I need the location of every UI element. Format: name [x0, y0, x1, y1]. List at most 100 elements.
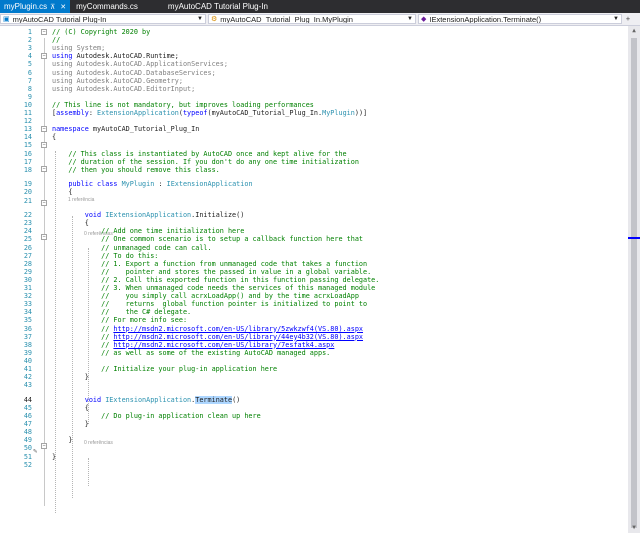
code-line[interactable]: // the C# delegate. [52, 308, 191, 316]
line-number: 49 [23, 436, 32, 445]
code-editor[interactable]: 1 referência 0 referências 0 referências… [0, 26, 640, 533]
code-token: // Add one time initialization here [52, 227, 245, 236]
code-line[interactable]: } [52, 373, 89, 381]
line-number: 5 [27, 60, 32, 69]
line-number: 39 [23, 348, 32, 357]
code-token: .Initialize() [191, 211, 245, 220]
line-number: 13 [23, 125, 32, 134]
code-token: IExtensionApplication [105, 211, 192, 220]
collapse-icon[interactable]: − [41, 200, 47, 206]
line-number: 18 [23, 165, 32, 174]
code-line[interactable]: // as well as some of the existing AutoC… [52, 349, 330, 357]
line-number: 6 [27, 68, 32, 77]
line-number: 23 [23, 219, 32, 228]
code-line[interactable]: using Autodesk.AutoCAD.DatabaseServices; [52, 69, 216, 77]
code-token: // [52, 332, 114, 341]
scrollbar-thumb[interactable] [631, 38, 637, 528]
tab-mycommands-cs[interactable]: myCommands.cs [72, 0, 142, 13]
code-line[interactable]: // (C) Copyright 2020 by [52, 28, 150, 36]
code-line[interactable]: // [52, 36, 60, 44]
tab-myplugin-cs[interactable]: myPlugin.cs ⊼ ✕ [0, 0, 71, 13]
code-line[interactable]: } [52, 436, 72, 444]
line-number: 19 [23, 180, 32, 189]
code-line[interactable]: // unmanaged code can call. [52, 244, 212, 252]
code-line[interactable]: namespace myAutoCAD_Tutorial_Plug_In [52, 125, 199, 133]
code-token: // duration of the session. If you don't… [52, 157, 359, 166]
line-number: 14 [23, 133, 32, 142]
line-number: 42 [23, 373, 32, 382]
line-number: 8 [27, 84, 32, 93]
code-line[interactable]: { [52, 188, 72, 196]
collapse-icon[interactable]: − [41, 166, 47, 172]
code-line[interactable]: // then you should remove this class. [52, 166, 219, 174]
member-dropdown[interactable]: ◆ IExtensionApplication.Terminate() ▼ [418, 14, 622, 24]
line-number: 15 [23, 141, 32, 150]
collapse-icon[interactable]: − [41, 53, 47, 59]
code-line[interactable]: [assembly: ExtensionApplication(typeof(m… [52, 109, 367, 117]
collapse-icon[interactable]: − [41, 234, 47, 240]
code-link[interactable]: http://msdn2.microsoft.com/en-US/library… [113, 341, 334, 349]
code-line[interactable]: // http://msdn2.microsoft.com/en-US/libr… [52, 333, 363, 341]
code-token: // One common scenario is to setup a cal… [52, 235, 363, 244]
code-line[interactable]: // To do this: [52, 252, 158, 260]
vertical-scrollbar[interactable]: ▲ ▼ [628, 26, 640, 533]
line-number: 31 [23, 284, 32, 292]
code-token: // unmanaged code can call. [52, 243, 212, 252]
code-line[interactable]: using Autodesk.AutoCAD.ApplicationServic… [52, 60, 228, 68]
type-dropdown[interactable]: ⚙ myAutoCAD_Tutorial_Plug_In.MyPlugin ▼ [208, 14, 416, 24]
close-icon[interactable]: ✕ [60, 3, 66, 11]
code-line[interactable]: using Autodesk.AutoCAD.EditorInput; [52, 85, 195, 93]
collapse-icon[interactable]: − [41, 126, 47, 132]
code-line[interactable]: // pointer and stores the passed in valu… [52, 268, 371, 276]
code-line[interactable]: // Add one time initialization here [52, 227, 244, 235]
code-line[interactable]: // Initialize your plug-in application h… [52, 365, 277, 373]
line-number: 1 [27, 28, 32, 36]
code-line[interactable]: using System; [52, 44, 105, 52]
code-line[interactable]: // Do plug-in application clean up here [52, 412, 261, 420]
tab-project-properties[interactable]: myAutoCAD Tutorial Plug-In [164, 0, 272, 13]
code-line[interactable]: { [52, 133, 56, 141]
code-link[interactable]: http://msdn2.microsoft.com/en-US/library… [113, 325, 363, 333]
scroll-up-icon[interactable]: ▲ [628, 26, 640, 36]
pin-icon[interactable]: ⊼ [50, 3, 55, 11]
code-token: Terminate [195, 395, 233, 404]
code-token: IExtensionApplication [105, 395, 192, 404]
code-line[interactable]: // you simply call acrxLoadApp() and by … [52, 292, 359, 300]
code-line[interactable]: // This line is not mandatory, but impro… [52, 101, 314, 109]
code-token: // Initialize your plug-in application h… [52, 365, 278, 373]
code-line[interactable]: // 1. Export a function from unmanaged c… [52, 260, 367, 268]
codelens-references[interactable]: 1 referência [68, 197, 94, 203]
code-line[interactable]: using Autodesk.AutoCAD.Runtime; [52, 52, 179, 60]
code-line[interactable]: using Autodesk.AutoCAD.Geometry; [52, 77, 183, 85]
code-line[interactable]: { [52, 404, 89, 412]
line-number: 22 [23, 211, 32, 220]
code-line[interactable]: // returns global function pointer is in… [52, 300, 367, 308]
code-line[interactable]: void IExtensionApplication.Terminate() [52, 395, 240, 404]
code-line[interactable]: } [52, 453, 56, 461]
code-line[interactable]: { [52, 219, 89, 227]
code-line[interactable]: // One common scenario is to setup a cal… [52, 235, 363, 243]
collapse-icon[interactable]: − [41, 443, 47, 449]
code-line[interactable]: // This class is instantiated by AutoCAD… [52, 150, 346, 158]
outline-line [43, 38, 45, 506]
code-line[interactable]: // http://msdn2.microsoft.com/en-US/libr… [52, 325, 363, 333]
line-number: 35 [23, 316, 32, 325]
line-number: 43 [23, 381, 32, 390]
code-link[interactable]: http://msdn2.microsoft.com/en-US/library… [113, 333, 363, 341]
code-line[interactable]: // 2. Call this exported function in thi… [52, 276, 379, 284]
scroll-down-icon[interactable]: ▼ [628, 523, 640, 533]
code-token: // Do plug-in application clean up here [52, 412, 261, 420]
code-line[interactable]: void IExtensionApplication.Initialize() [52, 211, 245, 220]
code-line[interactable]: // duration of the session. If you don't… [52, 158, 359, 166]
code-line[interactable]: } [52, 420, 89, 428]
code-line[interactable]: // For more info see: [52, 316, 187, 324]
project-dropdown[interactable]: ▣ myAutoCAD Tutorial Plug-In ▼ [0, 14, 206, 24]
collapse-icon[interactable]: − [41, 142, 47, 148]
code-line[interactable]: // http://msdn2.microsoft.com/en-US/libr… [52, 341, 334, 349]
split-window-icon[interactable]: + [624, 14, 632, 24]
collapse-icon[interactable]: − [41, 29, 47, 35]
codelens-references[interactable]: 0 referências [84, 440, 113, 446]
code-token: namespace [52, 125, 89, 134]
code-line[interactable]: // 3. When unmanaged code needs the serv… [52, 284, 375, 292]
code-line[interactable]: public class MyPlugin : IExtensionApplic… [52, 180, 252, 188]
